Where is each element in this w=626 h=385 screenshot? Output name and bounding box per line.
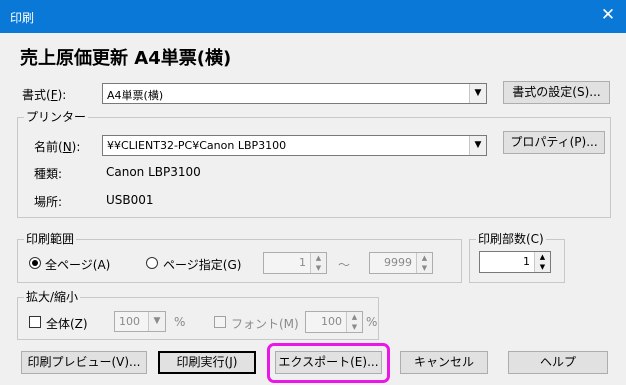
scale-all-select[interactable]: 100 ▼ — [114, 311, 166, 332]
printer-name-value: ¥¥CLIENT32-PC¥Canon LBP3100 — [107, 139, 287, 152]
scale-font-percent: % — [366, 315, 378, 329]
printer-type-label: 種類: — [34, 167, 63, 181]
scale-font-label[interactable]: フォント(M) — [231, 315, 299, 332]
window-title: 印刷 — [10, 11, 35, 25]
scale-all-checkbox[interactable] — [29, 316, 41, 328]
print-preview-button[interactable]: 印刷プレビュー(V)... — [21, 351, 147, 374]
chevron-down-icon[interactable]: ▼ — [469, 84, 486, 103]
printer-name-select[interactable]: ¥¥CLIENT32-PC¥Canon LBP3100 ▼ — [102, 135, 487, 156]
printer-name-label: 名前(N): — [34, 140, 81, 154]
format-value: A4単票(横) — [107, 89, 164, 102]
page-from-spinner[interactable]: 1 ▲ ▼ — [263, 252, 327, 274]
format-label: 書式(F): — [22, 88, 67, 102]
print-range-label: 印刷範囲 — [24, 232, 77, 246]
copies-spinner[interactable]: 1 ▲ ▼ — [479, 251, 551, 273]
scale-label: 拡大/縮小 — [24, 290, 81, 304]
format-select[interactable]: A4単票(横) ▼ — [102, 83, 487, 104]
range-tilde: ～ — [338, 258, 351, 272]
close-icon[interactable]: ✕ — [598, 4, 618, 26]
format-settings-button[interactable]: 書式の設定(S)... — [503, 81, 610, 104]
all-pages-label[interactable]: 全ページ(A) — [45, 256, 110, 273]
printer-properties-button[interactable]: プロパティ(P)... — [503, 131, 605, 154]
title-bar: 印刷 ✕ — [0, 0, 626, 33]
page-spec-radio[interactable] — [146, 257, 158, 269]
printer-type-value: Canon LBP3100 — [106, 165, 201, 179]
scale-all-percent: % — [174, 315, 186, 329]
scale-font-spinner[interactable]: 100 ▲ ▼ — [305, 311, 363, 333]
printer-group-label: プリンター — [24, 110, 89, 124]
help-button[interactable]: ヘルプ — [508, 351, 608, 374]
chevron-down-icon[interactable]: ▼ — [469, 136, 486, 155]
printer-location-label: 場所: — [34, 195, 63, 209]
export-highlight — [267, 343, 390, 383]
cancel-button[interactable]: キャンセル — [400, 351, 488, 374]
print-execute-button[interactable]: 印刷実行(J) — [158, 351, 256, 374]
page-to-spinner[interactable]: 9999 ▲ ▼ — [369, 252, 433, 274]
page-spec-label[interactable]: ページ指定(G) — [163, 256, 241, 273]
copies-label: 印刷部数(C) — [476, 232, 546, 246]
printer-location-value: USB001 — [106, 193, 154, 207]
scale-font-checkbox[interactable] — [214, 316, 226, 328]
chevron-down-icon[interactable]: ▼ — [148, 312, 165, 331]
report-heading: 売上原価更新 A4単票(横) — [20, 48, 232, 69]
scale-all-label[interactable]: 全体(Z) — [46, 315, 88, 332]
all-pages-radio[interactable] — [29, 257, 41, 269]
